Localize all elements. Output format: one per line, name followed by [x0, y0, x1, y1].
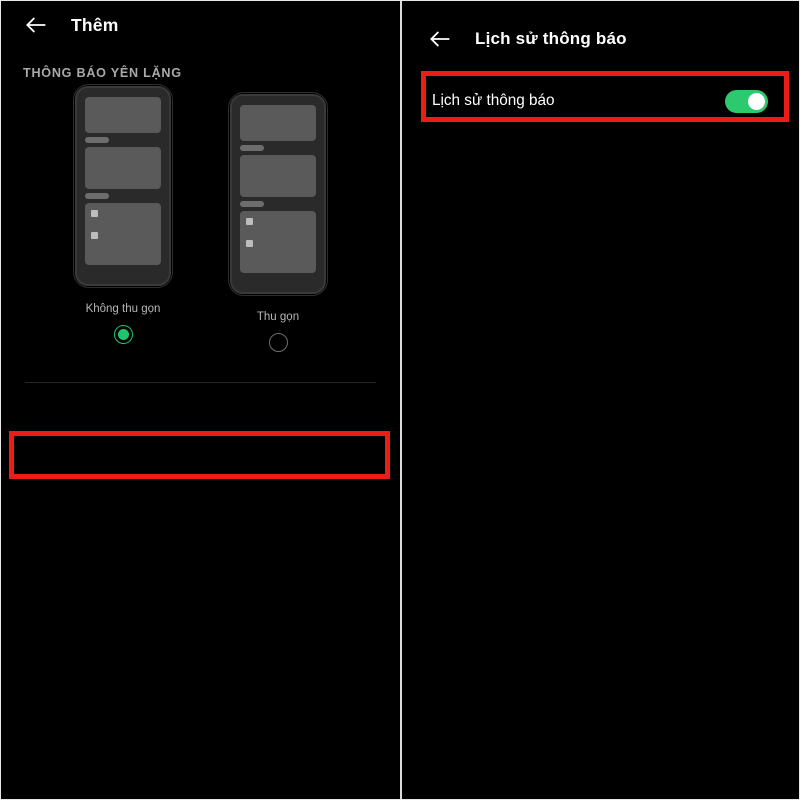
left-settings-panel: Thêm THÔNG BÁO YÊN LẶNG Không thu gọn Th…: [1, 1, 400, 799]
section-divider: [25, 382, 376, 383]
phone-mockup-icon: [228, 92, 328, 296]
section-header: THÔNG BÁO YÊN LẶNG: [23, 66, 182, 80]
mock-separator: [240, 145, 264, 151]
preview-option-collapsed[interactable]: Thu gọn: [228, 92, 328, 352]
mock-card: [85, 97, 161, 133]
arrow-left-icon[interactable]: [23, 12, 49, 38]
page-title: Thêm: [71, 14, 119, 35]
row-title: Lịch sử thông báo: [432, 92, 555, 110]
screenshot-root: Thêm THÔNG BÁO YÊN LẶNG Không thu gọn Th…: [0, 0, 800, 800]
mock-card: [240, 211, 316, 273]
row-notification-history-toggle[interactable]: Lịch sử thông báo: [402, 77, 799, 125]
preview-label: Không thu gọn: [85, 303, 161, 315]
phone-mockup-icon: [73, 84, 173, 288]
mock-card: [240, 155, 316, 197]
arrow-left-icon[interactable]: [427, 26, 453, 52]
right-settings-panel: Lịch sử thông báo Lịch sử thông báo: [400, 1, 799, 799]
mock-dot: [246, 218, 253, 225]
mock-dot: [91, 232, 98, 239]
right-app-bar: Lịch sử thông báo: [402, 1, 799, 77]
left-app-bar: Thêm: [1, 1, 400, 49]
mock-card: [85, 203, 161, 265]
mock-dot: [246, 240, 253, 247]
mock-card: [240, 105, 316, 141]
toggle-knob: [747, 92, 765, 110]
mock-card: [85, 147, 161, 189]
mock-separator: [85, 137, 109, 143]
page-title: Lịch sử thông báo: [475, 29, 627, 48]
preview-label: Thu gọn: [256, 311, 300, 323]
radio-collapsed[interactable]: [268, 333, 288, 352]
mock-separator: [240, 201, 264, 207]
preview-option-expanded[interactable]: Không thu gọn: [73, 84, 173, 344]
notification-style-previews: Không thu gọn Thu gọn: [1, 84, 400, 376]
row-text: Lịch sử thông báo: [432, 90, 725, 112]
highlight-box-notification-history: [9, 431, 390, 479]
radio-not-collapsed[interactable]: [113, 325, 133, 344]
toggle-notification-history[interactable]: [725, 89, 768, 113]
mock-dot: [91, 210, 98, 217]
mock-separator: [85, 193, 109, 199]
